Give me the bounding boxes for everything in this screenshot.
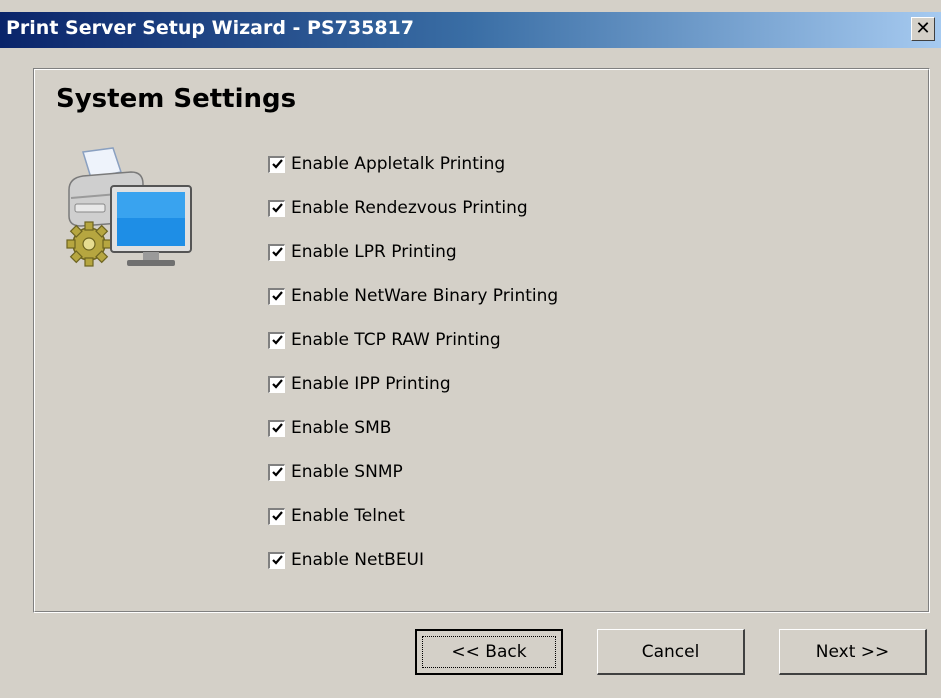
option-telnet[interactable]: Enable Telnet — [268, 504, 405, 528]
option-label: Enable Rendezvous Printing — [291, 198, 528, 218]
option-lpr[interactable]: Enable LPR Printing — [268, 240, 457, 264]
option-netware[interactable]: Enable NetWare Binary Printing — [268, 284, 558, 308]
focus-ring — [422, 636, 556, 668]
checkbox-ipp[interactable] — [268, 375, 285, 393]
wizard-window: Print Server Setup Wizard - PS735817 ✕ S… — [0, 0, 941, 698]
option-label: Enable NetWare Binary Printing — [291, 286, 559, 306]
checkbox-netware[interactable] — [268, 287, 285, 305]
checkbox-telnet[interactable] — [268, 507, 285, 525]
checkbox-appletalk[interactable] — [268, 155, 285, 173]
window-title: Print Server Setup Wizard - PS735817 — [6, 17, 414, 39]
settings-panel: System Settings Enable Appletalk Printin… — [33, 68, 930, 613]
checkbox-rendezvous[interactable] — [268, 199, 285, 217]
back-button[interactable]: << Back — [415, 629, 563, 675]
option-label: Enable Telnet — [291, 506, 405, 526]
option-appletalk[interactable]: Enable Appletalk Printing — [268, 152, 505, 176]
option-label: Enable SNMP — [291, 462, 403, 482]
option-label: Enable NetBEUI — [291, 550, 425, 570]
cancel-button-label: Cancel — [641, 641, 700, 662]
close-icon: ✕ — [915, 18, 931, 39]
option-ipp[interactable]: Enable IPP Printing — [268, 372, 451, 396]
option-label: Enable SMB — [291, 418, 392, 438]
checkbox-snmp[interactable] — [268, 463, 285, 481]
option-label: Enable IPP Printing — [291, 374, 451, 394]
cancel-button[interactable]: Cancel — [597, 629, 745, 675]
option-rendezvous[interactable]: Enable Rendezvous Printing — [268, 196, 528, 220]
option-label: Enable LPR Printing — [291, 242, 457, 262]
option-smb[interactable]: Enable SMB — [268, 416, 391, 440]
checkbox-netbeui[interactable] — [268, 551, 285, 569]
next-button[interactable]: Next >> — [779, 629, 927, 675]
page-title: System Settings — [56, 84, 297, 114]
checkbox-tcp-raw[interactable] — [268, 331, 285, 349]
close-button[interactable]: ✕ — [911, 17, 935, 41]
printer-computer-gear-icon — [66, 147, 192, 267]
checkbox-lpr[interactable] — [268, 243, 285, 261]
option-label: Enable TCP RAW Printing — [291, 330, 501, 350]
option-netbeui[interactable]: Enable NetBEUI — [268, 548, 424, 572]
option-tcp-raw[interactable]: Enable TCP RAW Printing — [268, 328, 501, 352]
next-button-label: Next >> — [815, 641, 890, 662]
checkbox-smb[interactable] — [268, 419, 285, 437]
title-bar[interactable]: Print Server Setup Wizard - PS735817 ✕ — [0, 12, 941, 48]
option-label: Enable Appletalk Printing — [291, 154, 506, 174]
option-snmp[interactable]: Enable SNMP — [268, 460, 403, 484]
